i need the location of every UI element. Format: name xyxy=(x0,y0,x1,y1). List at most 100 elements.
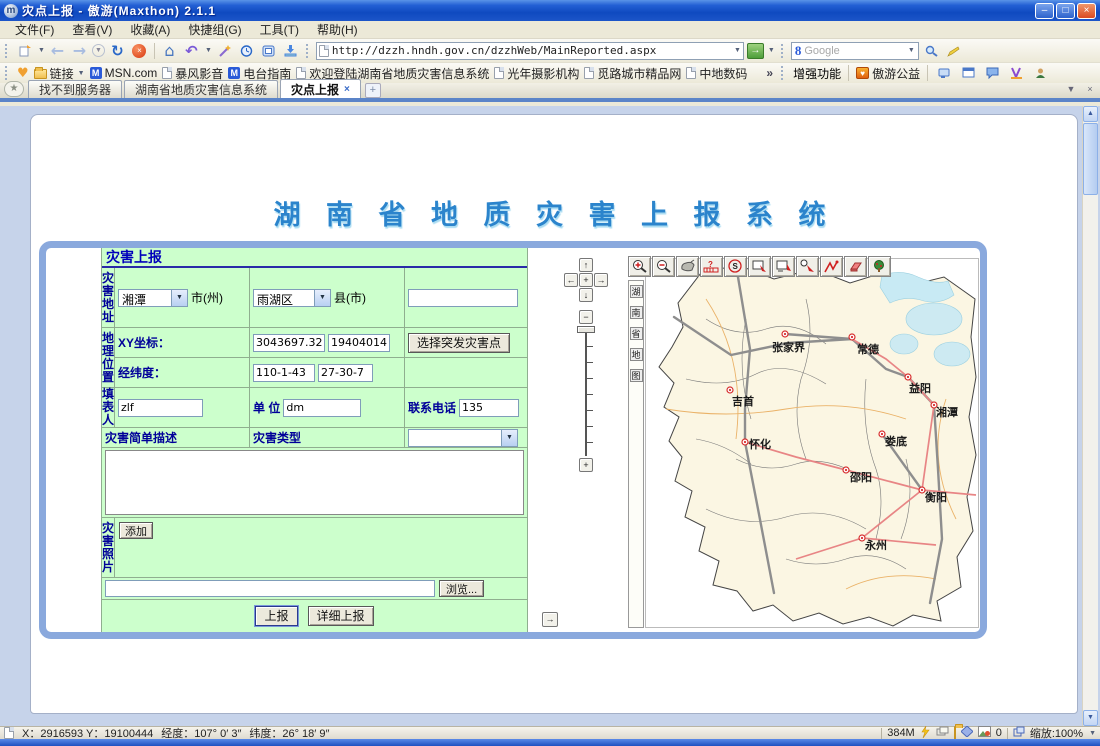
resize-icon[interactable] xyxy=(1013,726,1025,740)
zoom-slider[interactable] xyxy=(585,328,587,456)
pan-hand-icon[interactable] xyxy=(676,256,699,277)
images-filter-icon[interactable] xyxy=(978,726,991,740)
browse-button[interactable]: 浏览... xyxy=(439,580,484,597)
scale-tool-icon[interactable]: S xyxy=(724,256,747,277)
bookmark-baofeng[interactable]: 暴风影音 xyxy=(162,65,223,82)
county-select[interactable]: 雨湖区▼ xyxy=(253,289,331,307)
messenger-icon[interactable] xyxy=(935,64,954,83)
folder-status-icon[interactable] xyxy=(954,727,956,739)
scroll-up-icon[interactable]: ▲ xyxy=(1083,106,1098,122)
pan-left-button[interactable]: ← xyxy=(564,273,578,287)
layer-button[interactable]: 湖 xyxy=(630,285,643,298)
zoom-select-icon[interactable] xyxy=(796,256,819,277)
select-box-icon[interactable] xyxy=(748,256,771,277)
layer-button[interactable]: 省 xyxy=(630,327,643,340)
full-extent-tree-icon[interactable] xyxy=(868,256,891,277)
search-grip[interactable] xyxy=(781,44,785,58)
enhance-menu[interactable]: 增强功能 xyxy=(793,65,841,82)
snap-icon[interactable] xyxy=(259,41,278,60)
tab-menu-icon[interactable]: ▼ xyxy=(1063,82,1079,96)
highlight-pen-icon[interactable] xyxy=(944,41,963,60)
map-canvas[interactable]: 张家界 常德 益阳 湘潭 吉首 怀化 娄底 邵阳 衡阳 永州 xyxy=(645,258,979,628)
menu-groups[interactable]: 快捷组(G) xyxy=(181,20,248,39)
menu-file[interactable]: 文件(F) xyxy=(8,20,61,39)
new-dropdown-icon[interactable]: ▼ xyxy=(38,47,45,54)
eraser-icon[interactable] xyxy=(844,256,867,277)
address-url[interactable]: http://dzzh.hndh.gov.cn/dzzhWeb/MainRepo… xyxy=(332,44,730,57)
search-dropdown-icon[interactable]: ▼ xyxy=(908,47,915,54)
bookmark-photo[interactable]: 光年摄影机构 xyxy=(494,65,579,82)
city-select[interactable]: 湘潭▼ xyxy=(118,289,188,307)
layer-button[interactable]: 南 xyxy=(630,306,643,319)
bookmark-msn[interactable]: MMSN.com xyxy=(90,66,158,80)
menu-help[interactable]: 帮助(H) xyxy=(310,20,365,39)
go-button[interactable]: → xyxy=(747,43,764,59)
description-textarea[interactable] xyxy=(105,450,524,515)
tab-server-not-found[interactable]: 找不到服务器 xyxy=(28,80,122,98)
bookmarks-grip[interactable] xyxy=(5,66,9,80)
zoom-in-step-button[interactable]: + xyxy=(579,458,593,472)
zoom-out-step-button[interactable]: − xyxy=(579,310,593,324)
detail-submit-button[interactable]: 详细上报 xyxy=(308,606,374,626)
y-coordinate-input[interactable] xyxy=(328,334,390,352)
tab-bar-close-icon[interactable]: × xyxy=(1082,82,1098,96)
reporter-name-input[interactable] xyxy=(118,399,203,417)
deselect-box-icon[interactable] xyxy=(772,256,795,277)
links-folder[interactable]: 链接▼ xyxy=(34,65,85,82)
unit-input[interactable] xyxy=(283,399,361,417)
extensions-grip[interactable] xyxy=(781,66,785,80)
download-icon[interactable] xyxy=(281,41,300,60)
scrollbar-thumb[interactable] xyxy=(1083,123,1098,195)
tab-hunan-geo-system[interactable]: 湖南省地质灾害信息系统 xyxy=(124,80,278,98)
refresh-icon[interactable]: ↻ xyxy=(108,41,127,60)
zoom-slider-handle[interactable] xyxy=(577,326,595,333)
pen-v-icon[interactable] xyxy=(1007,64,1026,83)
go-dropdown-icon[interactable]: ▼ xyxy=(768,47,775,54)
bookmark-milu[interactable]: 觅路城市精品网 xyxy=(584,65,681,82)
measure-distance-icon[interactable]: ? xyxy=(700,256,723,277)
home-icon[interactable]: ⌂ xyxy=(160,41,179,60)
addressbar-grip[interactable] xyxy=(306,44,310,58)
new-tab-button[interactable]: + xyxy=(365,83,381,98)
new-tab-icon[interactable] xyxy=(15,41,34,60)
phone-input[interactable] xyxy=(459,399,519,417)
collapse-panel-button[interactable]: → xyxy=(542,612,558,627)
stop-icon[interactable]: × xyxy=(130,41,149,60)
plugins-icon[interactable] xyxy=(936,726,949,740)
magic-wand-icon[interactable] xyxy=(215,41,234,60)
address-bar[interactable]: http://dzzh.hndh.gov.cn/dzzhWeb/MainRepo… xyxy=(316,42,744,60)
favorites-heart-icon[interactable]: ♥ xyxy=(17,66,29,81)
menu-tools[interactable]: 工具(T) xyxy=(253,20,306,39)
history-clock-icon[interactable] xyxy=(237,41,256,60)
layer-button[interactable]: 图 xyxy=(630,369,643,382)
tab-close-icon[interactable]: × xyxy=(344,84,350,95)
tab-list-star-icon[interactable]: ★ xyxy=(4,81,24,97)
pan-down-button[interactable]: ↓ xyxy=(579,288,593,302)
pan-up-button[interactable]: ↑ xyxy=(579,258,593,272)
minimize-button[interactable]: – xyxy=(1035,3,1054,19)
charity-item[interactable]: ♥傲游公益 xyxy=(856,65,920,82)
window-icon[interactable] xyxy=(959,64,978,83)
zoom-out-icon[interactable] xyxy=(652,256,675,277)
scroll-down-icon[interactable]: ▼ xyxy=(1083,710,1098,726)
back-icon[interactable]: ← xyxy=(48,41,67,60)
vertical-scrollbar[interactable]: ▲ ▼ xyxy=(1082,106,1098,726)
proxy-icon[interactable] xyxy=(961,726,973,740)
latitude-input[interactable] xyxy=(318,364,373,382)
bookmarks-overflow-chevron[interactable]: » xyxy=(766,66,773,80)
user-avatar-icon[interactable] xyxy=(1031,64,1050,83)
history-dropdown-icon[interactable]: ▼ xyxy=(92,44,105,57)
bookmark-zhongdi[interactable]: 中地数码 xyxy=(686,65,747,82)
undo-dropdown-icon[interactable]: ▼ xyxy=(205,47,212,54)
toolbar-grip[interactable] xyxy=(5,44,9,58)
x-coordinate-input[interactable] xyxy=(253,334,325,352)
longitude-input[interactable] xyxy=(253,364,315,382)
search-go-icon[interactable] xyxy=(922,41,941,60)
search-input[interactable]: Google xyxy=(804,45,904,57)
zoom-dropdown-icon[interactable]: ▼ xyxy=(1089,730,1096,737)
tab-disaster-report[interactable]: 灾点上报× xyxy=(280,79,361,98)
forward-icon[interactable]: → xyxy=(70,41,89,60)
pick-disaster-point-button[interactable]: 选择突发灾害点 xyxy=(408,333,510,353)
chat-bubble-icon[interactable] xyxy=(983,64,1002,83)
submit-button[interactable]: 上报 xyxy=(255,606,297,626)
